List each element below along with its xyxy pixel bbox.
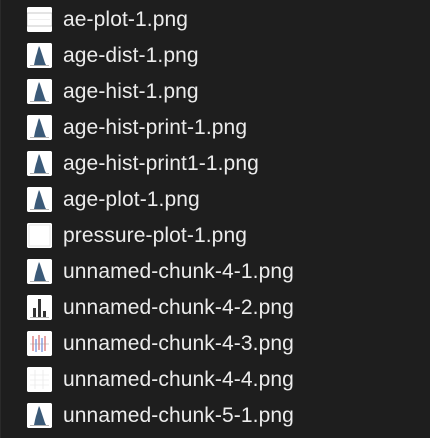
file-item-age-hist-print[interactable]: age-hist-print-1.png — [1, 111, 430, 147]
file-item-unnamed-chunk-4-2[interactable]: unnamed-chunk-4-2.png — [1, 291, 430, 327]
file-name: pressure-plot-1.png — [63, 224, 247, 247]
histogram-thumbnail-icon — [27, 403, 52, 428]
file-name: age-hist-1.png — [63, 80, 199, 103]
file-name: age-plot-1.png — [63, 188, 200, 211]
file-name: unnamed-chunk-4-4.png — [63, 368, 294, 391]
file-name: age-dist-1.png — [63, 44, 199, 67]
bar-chart-thumbnail-icon — [27, 295, 52, 320]
file-name: unnamed-chunk-4-1.png — [63, 260, 294, 283]
file-item-age-dist[interactable]: age-dist-1.png — [1, 39, 430, 75]
blank-plot-thumbnail-icon — [27, 223, 52, 248]
file-name: unnamed-chunk-4-2.png — [63, 296, 294, 319]
file-item-unnamed-chunk-4-4[interactable]: unnamed-chunk-4-4.png — [1, 363, 430, 399]
file-list: ae-plot-1.png age-dist-1.png age-hist-1.… — [1, 3, 430, 435]
wide-plot-thumbnail-icon — [27, 7, 52, 32]
histogram-thumbnail-icon — [27, 79, 52, 104]
file-item-pressure-plot[interactable]: pressure-plot-1.png — [1, 219, 430, 255]
file-name: unnamed-chunk-5-1.png — [63, 404, 294, 427]
file-name: ae-plot-1.png — [63, 8, 189, 31]
file-item-age-plot[interactable]: age-plot-1.png — [1, 183, 430, 219]
multi-line-thumbnail-icon — [27, 331, 52, 356]
file-item-age-hist-print1[interactable]: age-hist-print1-1.png — [1, 147, 430, 183]
file-item-unnamed-chunk-5-1[interactable]: unnamed-chunk-5-1.png — [1, 399, 430, 435]
file-item-unnamed-chunk-4-1[interactable]: unnamed-chunk-4-1.png — [1, 255, 430, 291]
file-item-ae-plot[interactable]: ae-plot-1.png — [1, 3, 430, 39]
file-name: unnamed-chunk-4-3.png — [63, 332, 294, 355]
histogram-thumbnail-icon — [27, 259, 52, 284]
file-list-panel: ae-plot-1.png age-dist-1.png age-hist-1.… — [0, 0, 430, 438]
histogram-thumbnail-icon — [27, 187, 52, 212]
file-item-unnamed-chunk-4-3[interactable]: unnamed-chunk-4-3.png — [1, 327, 430, 363]
file-item-age-hist[interactable]: age-hist-1.png — [1, 75, 430, 111]
file-name: age-hist-print1-1.png — [63, 152, 259, 175]
file-name: age-hist-print-1.png — [63, 116, 248, 139]
histogram-thumbnail-icon — [27, 151, 52, 176]
histogram-thumbnail-icon — [27, 43, 52, 68]
histogram-thumbnail-icon — [27, 115, 52, 140]
faint-grid-thumbnail-icon — [27, 367, 52, 392]
